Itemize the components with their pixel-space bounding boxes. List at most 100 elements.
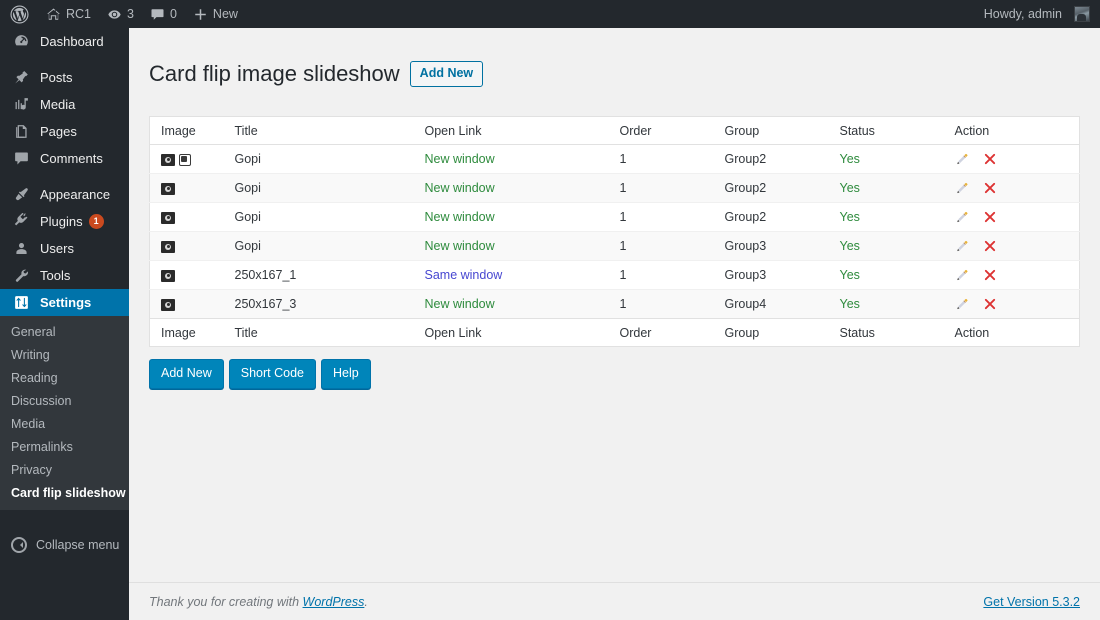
edit-pencil-icon[interactable] bbox=[955, 152, 970, 167]
sidebar-item-label: Comments bbox=[40, 151, 103, 166]
sidebar-item-appearance[interactable]: Appearance bbox=[0, 181, 129, 208]
cell-title-text: Gopi bbox=[234, 239, 261, 254]
cell-open-link-text: New window bbox=[424, 152, 495, 167]
sidebar-item-settings[interactable]: Settings bbox=[0, 289, 129, 316]
submenu-item-card-flip-slideshow[interactable]: Card flip slideshow bbox=[0, 482, 129, 505]
column-header-group: Group bbox=[724, 116, 840, 145]
sidebar-item-comments[interactable]: Comments bbox=[0, 145, 129, 172]
site-name-button[interactable]: RC1 bbox=[38, 0, 99, 28]
submenu-item-discussion[interactable]: Discussion bbox=[0, 390, 129, 413]
cell-order: 1 bbox=[620, 232, 725, 261]
new-content-label: New bbox=[212, 7, 238, 21]
sidebar-item-plugins[interactable]: Plugins 1 bbox=[0, 208, 129, 235]
column-footer-status: Status bbox=[839, 318, 955, 347]
cell-title: 250x167_1 bbox=[235, 261, 425, 290]
cell-group-text: Group2 bbox=[724, 181, 767, 196]
cell-image bbox=[150, 145, 235, 174]
media-icon bbox=[11, 95, 31, 115]
cell-open-link: New window bbox=[425, 203, 620, 232]
cell-order-text: 1 bbox=[619, 210, 627, 225]
collapse-menu-button[interactable]: Collapse menu bbox=[0, 532, 129, 558]
submenu-item-writing[interactable]: Writing bbox=[0, 344, 129, 367]
sidebar-item-label: Appearance bbox=[40, 187, 111, 202]
cell-title: Gopi bbox=[235, 145, 425, 174]
delete-x-icon[interactable] bbox=[983, 181, 997, 195]
cell-status-text: Yes bbox=[839, 297, 860, 312]
slideshow-items-table: Image Title Open Link Order Group Status… bbox=[149, 116, 1080, 348]
users-icon bbox=[11, 239, 31, 259]
cell-open-link-text: New window bbox=[424, 297, 495, 312]
menu-separator bbox=[0, 55, 129, 64]
table-row: Gopi New window 1 Group2 Yes bbox=[149, 145, 1080, 174]
sidebar-item-label: Tools bbox=[40, 268, 71, 283]
submenu-item-privacy[interactable]: Privacy bbox=[0, 459, 129, 482]
cell-status-text: Yes bbox=[839, 239, 860, 254]
wordpress-link[interactable]: WordPress bbox=[303, 595, 365, 609]
new-content-button[interactable]: New bbox=[185, 0, 246, 28]
edit-pencil-icon[interactable] bbox=[955, 297, 970, 312]
short-code-button[interactable]: Short Code bbox=[228, 359, 316, 389]
broken-document-icon bbox=[179, 153, 191, 166]
admin-footer: Thank you for creating with WordPress. G… bbox=[129, 582, 1100, 620]
cell-image bbox=[150, 174, 235, 203]
cell-group: Group2 bbox=[725, 174, 840, 203]
account-menu[interactable]: Howdy, admin bbox=[976, 0, 1100, 28]
cell-title: 250x167_3 bbox=[235, 290, 425, 319]
cell-status-text: Yes bbox=[839, 152, 860, 167]
submenu-item-general[interactable]: General bbox=[0, 321, 129, 344]
broken-image-icon bbox=[161, 182, 175, 195]
account-greeting: Howdy, admin bbox=[983, 7, 1062, 21]
wordpress-logo-icon bbox=[10, 4, 29, 24]
edit-pencil-icon[interactable] bbox=[955, 210, 970, 225]
get-version-link[interactable]: Get Version 5.3.2 bbox=[983, 595, 1080, 609]
delete-x-icon[interactable] bbox=[983, 210, 997, 224]
cell-group-text: Group3 bbox=[724, 239, 767, 254]
dashboard-icon bbox=[11, 32, 31, 52]
cell-action bbox=[955, 174, 1080, 203]
add-new-button[interactable]: Add New bbox=[149, 359, 224, 389]
delete-x-icon[interactable] bbox=[983, 297, 997, 311]
column-header-action: Action bbox=[954, 116, 1080, 145]
wordpress-logo-button[interactable] bbox=[0, 0, 38, 28]
cell-title-text: Gopi bbox=[234, 152, 261, 167]
updates-button[interactable]: 3 bbox=[99, 0, 142, 28]
cell-group-text: Group2 bbox=[724, 210, 767, 225]
edit-pencil-icon[interactable] bbox=[955, 268, 970, 283]
sidebar-item-media[interactable]: Media bbox=[0, 91, 129, 118]
admin-bar: RC1 3 0 New Howdy, admin bbox=[0, 0, 1100, 28]
cell-status: Yes bbox=[840, 203, 955, 232]
column-footer-order: Order bbox=[619, 318, 725, 347]
cell-order: 1 bbox=[620, 145, 725, 174]
delete-x-icon[interactable] bbox=[983, 152, 997, 166]
sidebar-item-label: Posts bbox=[40, 70, 73, 85]
delete-x-icon[interactable] bbox=[983, 239, 997, 253]
cell-action bbox=[955, 290, 1080, 319]
help-button[interactable]: Help bbox=[320, 359, 371, 389]
updates-count: 3 bbox=[127, 7, 134, 21]
sidebar-item-label: Dashboard bbox=[40, 34, 104, 49]
page-wrap: Card flip image slideshow Add New Image … bbox=[129, 28, 1100, 389]
cell-order-text: 1 bbox=[619, 297, 627, 312]
tools-wrench-icon bbox=[11, 266, 31, 286]
edit-pencil-icon[interactable] bbox=[955, 239, 970, 254]
submenu-item-media[interactable]: Media bbox=[0, 413, 129, 436]
add-new-top-button[interactable]: Add New bbox=[409, 60, 484, 88]
cell-open-link-text: New window bbox=[424, 239, 495, 254]
delete-x-icon[interactable] bbox=[983, 268, 997, 282]
submenu-item-permalinks[interactable]: Permalinks bbox=[0, 436, 129, 459]
comments-button[interactable]: 0 bbox=[142, 0, 185, 28]
sidebar-item-dashboard[interactable]: Dashboard bbox=[0, 28, 129, 55]
sidebar-item-tools[interactable]: Tools bbox=[0, 262, 129, 289]
cell-title: Gopi bbox=[235, 203, 425, 232]
edit-pencil-icon[interactable] bbox=[955, 181, 970, 196]
collapse-arrow-icon bbox=[11, 537, 27, 553]
sidebar-item-pages[interactable]: Pages bbox=[0, 118, 129, 145]
main-content: Card flip image slideshow Add New Image … bbox=[129, 28, 1100, 620]
sidebar-item-users[interactable]: Users bbox=[0, 235, 129, 262]
cell-group: Group3 bbox=[725, 232, 840, 261]
admin-sidebar-menu: Dashboard Posts Media Pages Comments App… bbox=[0, 28, 129, 620]
sidebar-item-posts[interactable]: Posts bbox=[0, 64, 129, 91]
submenu-item-reading[interactable]: Reading bbox=[0, 367, 129, 390]
cell-title: Gopi bbox=[235, 232, 425, 261]
cell-title: Gopi bbox=[235, 174, 425, 203]
